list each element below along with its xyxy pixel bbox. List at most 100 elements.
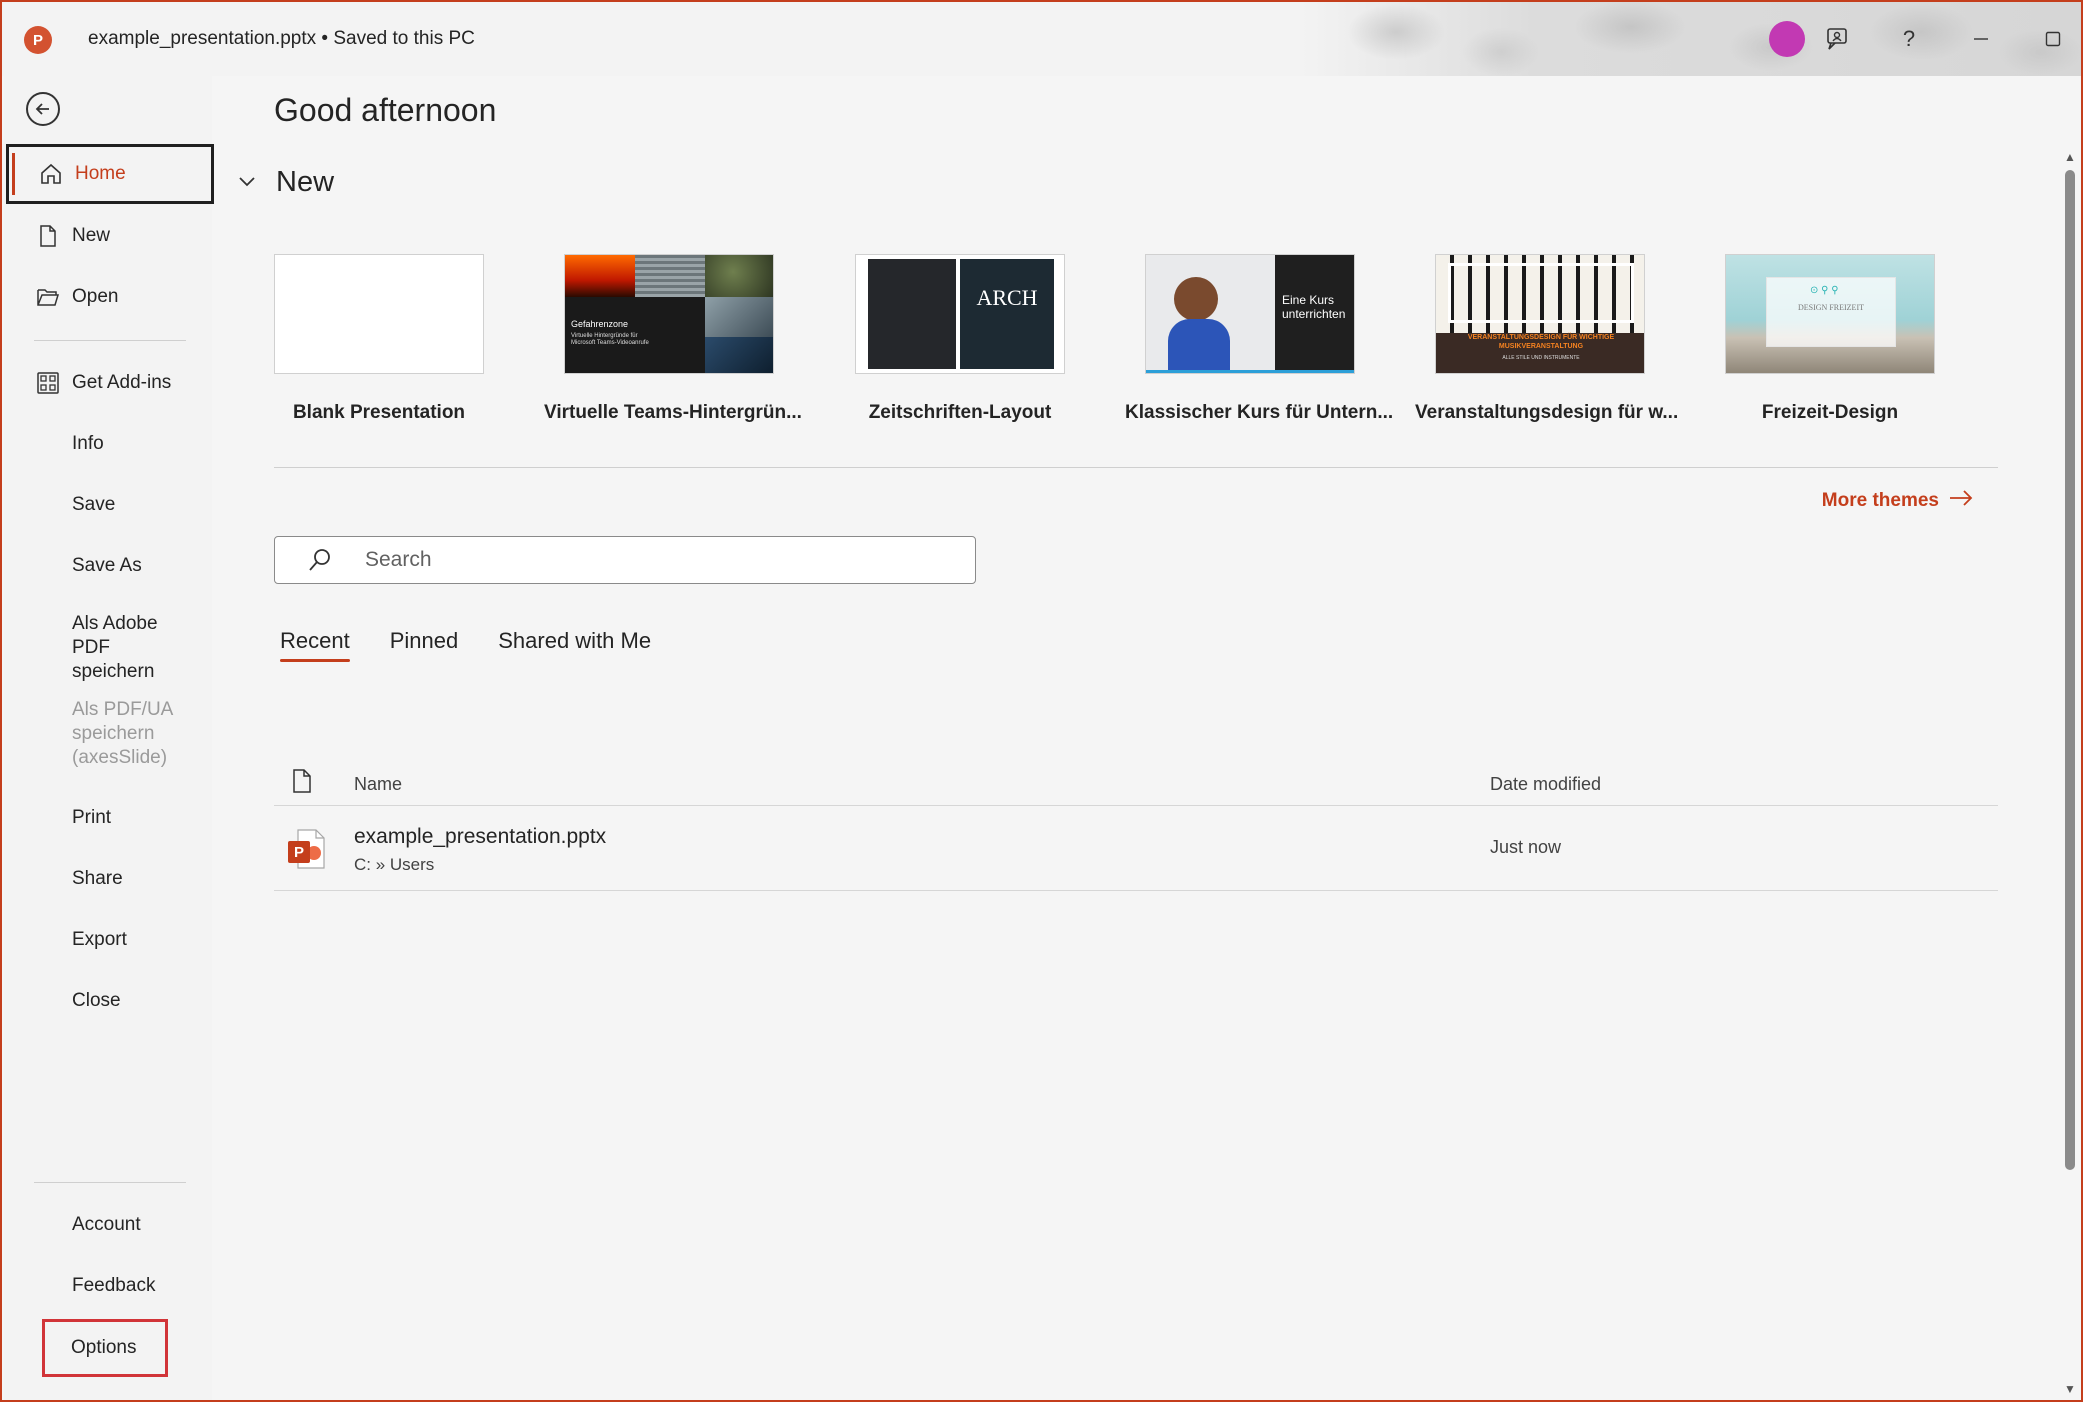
thumb-title: VERANSTALTUNGSDESIGN FÜR WICHTIGE MUSIKV… [1467, 334, 1615, 350]
nav-label: Export [72, 929, 127, 950]
account-avatar[interactable] [1769, 21, 1805, 57]
template-thumbnail: VERANSTALTUNGSDESIGN FÜR WICHTIGE MUSIKV… [1435, 254, 1645, 374]
file-tabs: Recent Pinned Shared with Me [280, 628, 651, 662]
scrollbar-thumb[interactable] [2065, 170, 2075, 1170]
feedback-icon[interactable] [1818, 19, 1858, 59]
nav-export[interactable]: Export [6, 911, 214, 969]
search-box[interactable] [274, 536, 976, 584]
nav-label: Save As [72, 555, 142, 576]
svg-text:P: P [294, 844, 304, 861]
template-thumbnail [274, 254, 484, 374]
add-ins-icon [34, 369, 62, 397]
scroll-up-arrow-icon[interactable]: ▲ [2063, 150, 2077, 164]
powerpoint-window: P example_presentation.pptx • Saved to t… [0, 0, 2083, 1402]
nav-label: Options [71, 1337, 137, 1358]
thumb-title: DESIGN FREIZEIT [1798, 303, 1864, 312]
help-icon[interactable]: ? [1889, 19, 1929, 59]
nav-label: Home [75, 163, 126, 184]
template-thumbnail: ARCH [855, 254, 1065, 374]
nav-save-adobe-pdf[interactable]: Als Adobe PDF speichern [6, 612, 206, 682]
backstage-sidebar: Home New Open Get Add-ins Info Save Save… [4, 76, 214, 1400]
chevron-down-icon [238, 171, 262, 194]
nav-label: Save [72, 494, 116, 515]
template-veranstaltungsdesign[interactable]: VERANSTALTUNGSDESIGN FÜR WICHTIGE MUSIKV… [1415, 254, 1679, 424]
template-label: Klassischer Kurs für Untern... [1125, 402, 1394, 423]
nav-close[interactable]: Close [6, 972, 214, 1030]
file-path: C: » Users [354, 855, 435, 874]
nav-open[interactable]: Open [6, 268, 214, 326]
template-label: Veranstaltungsdesign für w... [1415, 402, 1679, 423]
nav-label: Open [72, 286, 119, 307]
tab-recent[interactable]: Recent [280, 628, 350, 662]
thumb-subtitle: ALLE STILE UND INSTRUMENTE [1502, 355, 1580, 361]
nav-share[interactable]: Share [6, 850, 214, 908]
template-freizeit-design[interactable]: DESIGN FREIZEIT ⊙ ⚲ ⚲ Freizeit-Design [1705, 254, 1955, 424]
thumb-subtitle: Virtuelle Hintergründe für Microsoft Tea… [571, 333, 649, 346]
nav-info[interactable]: Info [6, 415, 214, 473]
file-date-modified: Just now [1490, 837, 1562, 857]
nav-label: Share [72, 868, 123, 889]
template-thumbnail: DESIGN FREIZEIT ⊙ ⚲ ⚲ [1725, 254, 1935, 374]
nav-save-pdf-ua: Als PDF/UA speichern (axesSlide) [6, 698, 206, 774]
main-content: Good afternoon New Blank Presentation Ge… [214, 76, 2055, 1400]
new-section-label: New [276, 166, 335, 198]
search-input[interactable] [365, 548, 925, 572]
nav-label: Get Add-ins [72, 372, 172, 393]
pptx-file-icon: P [286, 827, 326, 876]
nav-divider [34, 340, 186, 341]
nav-new[interactable]: New [6, 207, 214, 265]
minimize-icon[interactable] [1961, 19, 2001, 59]
template-klassischer-kurs[interactable]: Eine Kurs unterrichten Klassischer Kurs … [1125, 254, 1394, 424]
thumb-title: Eine Kurs unterrichten [1282, 293, 1346, 321]
nav-label: Als Adobe PDF speichern [72, 613, 158, 682]
nav-label: Account [72, 1214, 141, 1235]
nav-label: Print [72, 807, 112, 828]
title-bar: P example_presentation.pptx • Saved to t… [2, 2, 2081, 76]
nav-get-add-ins[interactable]: Get Add-ins [6, 354, 214, 412]
tab-shared-with-me[interactable]: Shared with Me [498, 628, 651, 662]
column-header-name[interactable]: Name [354, 774, 402, 795]
file-name: example_presentation.pptx [354, 825, 607, 848]
file-list-header: Name Date modified [274, 764, 1998, 806]
template-label: Zeitschriften-Layout [868, 402, 1052, 423]
nav-label: Feedback [72, 1275, 156, 1296]
template-label: Freizeit-Design [1761, 402, 1899, 423]
nav-home[interactable]: Home [6, 144, 214, 204]
column-header-date-modified[interactable]: Date modified [1490, 774, 1601, 795]
nav-options[interactable]: Options [42, 1319, 168, 1377]
nav-save[interactable]: Save [6, 476, 214, 534]
nav-divider [34, 1182, 186, 1183]
nav-save-as[interactable]: Save As [6, 537, 214, 595]
table-row[interactable]: P example_presentation.pptx C: » Users J… [274, 807, 1998, 891]
arrow-right-icon [1949, 490, 1973, 512]
file-type-icon [292, 768, 312, 799]
template-zeitschriften-layout[interactable]: ARCH Zeitschriften-Layout [835, 254, 1085, 424]
search-icon [275, 547, 365, 573]
document-title: example_presentation.pptx • Saved to thi… [88, 28, 475, 49]
folder-open-icon [34, 283, 62, 311]
tab-pinned[interactable]: Pinned [390, 628, 459, 662]
template-blank-presentation[interactable]: Blank Presentation [254, 254, 504, 424]
nav-label: New [72, 225, 111, 246]
nav-label: Als PDF/UA speichern (axesSlide) [72, 699, 173, 768]
more-themes-label: More themes [1821, 490, 1939, 511]
template-virtuelle-teams[interactable]: Gefahrenzone Virtuelle Hintergründe für … [544, 254, 802, 424]
template-label: Blank Presentation [292, 402, 466, 423]
vertical-scrollbar[interactable]: ▲ ▼ [2061, 150, 2077, 1400]
new-section-header[interactable]: New [238, 166, 334, 199]
back-arrow-icon[interactable] [26, 92, 60, 126]
beach-decoration-icon: ⊙ ⚲ ⚲ [1810, 285, 1839, 296]
section-divider [274, 467, 1998, 468]
template-thumbnail: Eine Kurs unterrichten [1145, 254, 1355, 374]
home-icon [37, 160, 65, 188]
maximize-icon[interactable] [2033, 19, 2073, 59]
nav-print[interactable]: Print [6, 789, 214, 847]
nav-feedback[interactable]: Feedback [6, 1257, 214, 1315]
scroll-down-arrow-icon[interactable]: ▼ [2063, 1382, 2077, 1396]
thumb-title: ARCH [976, 285, 1038, 310]
more-themes-link[interactable]: More themes [1822, 490, 1973, 512]
template-gallery: Blank Presentation Gefahrenzone Virtuell… [254, 254, 1994, 454]
thumb-title: Gefahrenzone [571, 319, 629, 329]
nav-label: Close [72, 990, 121, 1011]
nav-account[interactable]: Account [6, 1196, 214, 1254]
